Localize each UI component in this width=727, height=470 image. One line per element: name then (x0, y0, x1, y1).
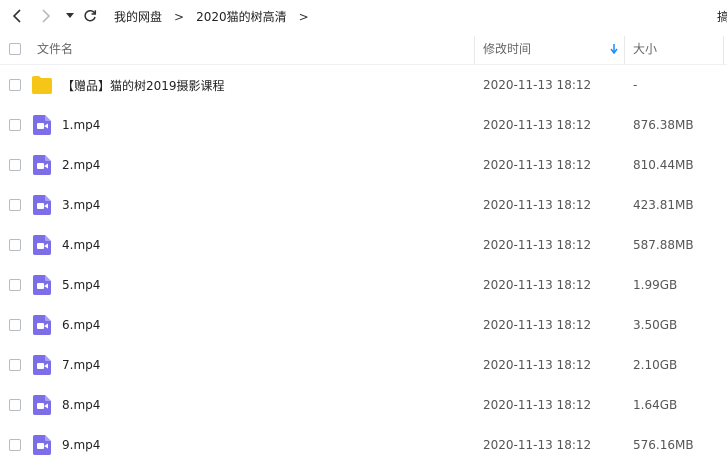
column-divider[interactable] (723, 36, 724, 64)
file-name[interactable]: 2.mp4 (62, 145, 100, 185)
video-file-icon (33, 435, 51, 455)
file-size: - (633, 78, 638, 92)
file-size: 2.10GB (633, 358, 678, 372)
select-all-checkbox[interactable] (9, 43, 21, 55)
video-file-icon (33, 235, 51, 255)
row-checkbox[interactable] (9, 199, 21, 211)
row-checkbox[interactable] (9, 319, 21, 331)
file-size: 587.88MB (633, 238, 694, 252)
file-name[interactable]: 8.mp4 (62, 385, 100, 425)
chevron-right-icon (42, 9, 51, 23)
file-name[interactable]: 7.mp4 (62, 345, 100, 385)
row-checkbox[interactable] (9, 399, 21, 411)
column-size-label: 大小 (633, 42, 658, 56)
video-file-icon (33, 115, 51, 135)
toolbar: 我的网盘 > 2020猫的树高清 > 搞 (0, 0, 727, 32)
file-modified-date: 2020-11-13 18:12 (483, 438, 592, 452)
file-row[interactable]: 3.mp4 2020-11-13 18:12 423.81MB (0, 185, 727, 225)
column-size-header[interactable]: 大小 (633, 33, 713, 64)
video-file-icon (33, 355, 51, 375)
file-modified-date: 2020-11-13 18:12 (483, 358, 592, 372)
breadcrumb-separator: > (174, 9, 185, 24)
file-size: 1.99GB (633, 278, 678, 292)
column-name-label: 文件名 (37, 42, 74, 56)
search-label-clipped: 搞 (717, 10, 727, 24)
file-row[interactable]: 7.mp4 2020-11-13 18:12 2.10GB (0, 345, 727, 385)
breadcrumb-separator[interactable]: > (299, 10, 309, 24)
file-size: 423.81MB (633, 198, 694, 212)
row-checkbox[interactable] (9, 79, 21, 91)
file-row[interactable]: 2.mp4 2020-11-13 18:12 810.44MB (0, 145, 727, 185)
history-dropdown-button[interactable] (59, 5, 81, 27)
file-name[interactable]: 1.mp4 (62, 105, 100, 145)
file-row[interactable]: 6.mp4 2020-11-13 18:12 3.50GB (0, 305, 727, 345)
file-modified-date: 2020-11-13 18:12 (483, 118, 592, 132)
row-checkbox[interactable] (9, 439, 21, 451)
row-checkbox[interactable] (9, 159, 21, 171)
breadcrumb-item-root[interactable]: 我的网盘 (114, 8, 162, 25)
column-divider[interactable] (474, 36, 475, 64)
row-checkbox[interactable] (9, 239, 21, 251)
file-row[interactable]: 9.mp4 2020-11-13 18:12 576.16MB (0, 425, 727, 465)
file-row[interactable]: 5.mp4 2020-11-13 18:12 1.99GB (0, 265, 727, 305)
file-size: 810.44MB (633, 158, 694, 172)
file-modified-date: 2020-11-13 18:12 (483, 158, 592, 172)
chevron-left-icon (12, 9, 21, 23)
refresh-button[interactable] (79, 5, 101, 27)
file-modified-date: 2020-11-13 18:12 (483, 198, 592, 212)
column-modified-label: 修改时间 (483, 42, 532, 56)
file-list-header: 文件名 修改时间 大小 (0, 33, 727, 65)
video-file-icon (33, 155, 51, 175)
row-checkbox[interactable] (9, 279, 21, 291)
row-checkbox[interactable] (9, 359, 21, 371)
video-file-icon (33, 395, 51, 415)
file-size: 876.38MB (633, 118, 694, 132)
file-row[interactable]: 8.mp4 2020-11-13 18:12 1.64GB (0, 385, 727, 425)
row-checkbox[interactable] (9, 119, 21, 131)
file-row[interactable]: 1.mp4 2020-11-13 18:12 876.38MB (0, 105, 727, 145)
refresh-icon (84, 9, 97, 22)
folder-icon (32, 76, 52, 94)
back-button[interactable] (6, 5, 28, 27)
column-modified-header[interactable]: 修改时间 (483, 33, 623, 64)
file-name[interactable]: 4.mp4 (62, 225, 100, 265)
caret-down-icon (66, 13, 74, 18)
breadcrumb: 我的网盘 > 2020猫的树高清 > (114, 8, 321, 25)
video-file-icon (33, 195, 51, 215)
file-name[interactable]: 5.mp4 (62, 265, 100, 305)
file-list: 【赠品】猫的树2019摄影课程 2020-11-13 18:12 - 1.mp4 202… (0, 65, 727, 465)
file-modified-date: 2020-11-13 18:12 (483, 398, 592, 412)
file-size: 1.64GB (633, 398, 678, 412)
video-file-icon (33, 275, 51, 295)
file-modified-date: 2020-11-13 18:12 (483, 278, 592, 292)
file-name[interactable]: 9.mp4 (62, 425, 100, 465)
file-name[interactable]: 【赠品】猫的树2019摄影课程 (62, 65, 225, 105)
forward-button[interactable] (35, 5, 57, 27)
video-file-icon (33, 315, 51, 335)
file-row[interactable]: 4.mp4 2020-11-13 18:12 587.88MB (0, 225, 727, 265)
file-modified-date: 2020-11-13 18:12 (483, 78, 592, 92)
column-name-header[interactable]: 文件名 (37, 33, 473, 64)
breadcrumb-item-folder[interactable]: 2020猫的树高清 (196, 8, 287, 25)
file-modified-date: 2020-11-13 18:12 (483, 318, 592, 332)
folder-row[interactable]: 【赠品】猫的树2019摄影课程 2020-11-13 18:12 - (0, 65, 727, 105)
file-name[interactable]: 6.mp4 (62, 305, 100, 345)
file-size: 3.50GB (633, 318, 678, 332)
file-modified-date: 2020-11-13 18:12 (483, 238, 592, 252)
file-name[interactable]: 3.mp4 (62, 185, 100, 225)
file-size: 576.16MB (633, 438, 694, 452)
column-divider[interactable] (624, 36, 625, 64)
sort-descending-icon (610, 44, 618, 54)
